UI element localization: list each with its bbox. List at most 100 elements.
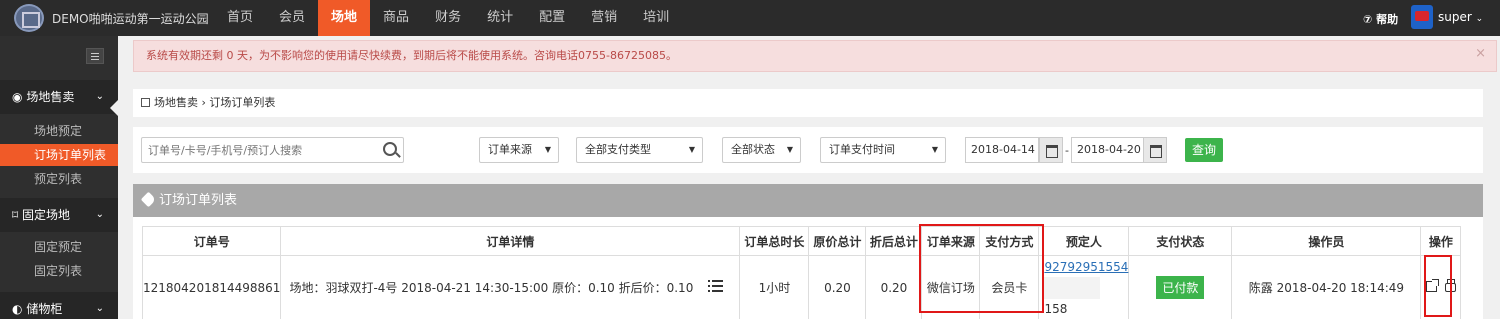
brand-logo[interactable] [14,4,44,32]
help-label: 帮助 [1376,13,1399,26]
column-header: 操作 [1420,226,1462,256]
sidebar-item-booking-list[interactable]: 预定列表 [0,168,118,190]
date-from-input[interactable]: 2018-04-14 [965,137,1039,163]
list-icon[interactable] [708,280,724,293]
status-badge: 已付款 [1156,276,1205,299]
nav-item-stats[interactable]: 统计 [474,0,526,36]
nav-item-home[interactable]: 首页 [214,0,266,36]
chevron-down-icon: ⌄ [95,303,104,314]
status-select[interactable]: 全部状态 ▼ [722,137,801,163]
query-button[interactable]: 查询 [1185,138,1223,162]
order-source-select[interactable]: 订单来源 ▼ [479,137,559,163]
order-source-value: 订单来源 [488,143,532,156]
operator: 陈露 2018-04-20 18:14:49 [1231,255,1422,319]
table-row: 121804201814498861 场地：羽球双打-4号 2018-04-21… [141,255,1462,319]
nav-item-config[interactable]: 配置 [526,0,578,36]
booker-cell: 92792951554 158 [1038,255,1130,319]
caret-down-icon: ▼ [544,145,551,154]
nav-item-venue[interactable]: 场地 [318,0,371,36]
date-to-input[interactable]: 2018-04-20 [1071,137,1144,163]
booker-phone-partial: 158 [1044,301,1068,316]
search-box [141,137,404,163]
redacted-block [1044,276,1101,299]
search-input[interactable] [142,138,372,162]
chevron-down-icon: ⌄ [1475,14,1484,24]
order-detail-cell: 场地：羽球双打-4号 2018-04-21 14:30-15:00 原价：0.1… [280,255,741,319]
active-indicator [110,100,118,116]
caret-down-icon: ▼ [931,145,938,154]
menu-toggle-icon[interactable] [86,48,104,64]
pay-status-cell: 已付款 [1128,255,1233,319]
breadcrumb: 场地售卖 › 订场订单列表 [133,89,1483,117]
sidebar-group-label: 场地售卖 [26,90,75,104]
orders-table: 订单号 订单详情 订单总时长 原价总计 折后总计 订单来源 支付方式 预定人 支… [141,226,1462,319]
breadcrumb-current: 订场订单列表 [209,96,276,109]
alert-text: 系统有效期还剩 0 天，为不影响您的使用请尽快续费，到期后将不能使用系统。咨询电… [146,49,677,62]
locker-icon: ◐ [12,302,23,316]
search-icon[interactable] [383,142,397,156]
sidebar-item-booking-orders[interactable]: 订场订单列表 [0,144,118,166]
help-link[interactable]: ⑦ 帮助 [1363,11,1398,27]
column-header: 折后总计 [865,226,923,256]
expiry-alert: 系统有效期还剩 0 天，为不影响您的使用请尽快续费，到期后将不能使用系统。咨询电… [133,40,1497,72]
column-header: 支付状态 [1128,226,1233,256]
status-value: 全部状态 [731,143,775,156]
order-number: 121804201814498861 [141,255,282,319]
pay-type-select[interactable]: 全部支付类型 ▼ [576,137,703,163]
nav-item-training[interactable]: 培训 [630,0,682,36]
column-header: 订单总时长 [739,226,810,256]
sidebar-item-venue-booking[interactable]: 场地预定 [0,120,118,142]
filter-bar: 订单来源 ▼ 全部支付类型 ▼ 全部状态 ▼ 订单支付时间 ▼ 2018-04-14 -… [133,127,1483,173]
order-detail: 场地：羽球双打-4号 2018-04-21 14:30-15:00 原价：0.1… [289,281,694,295]
play-square-icon [141,98,150,107]
pay-time-select[interactable]: 订单支付时间 ▼ [820,137,946,163]
original-total: 0.20 [808,255,867,319]
discount-total: 0.20 [865,255,923,319]
username: super [1438,10,1472,24]
sidebar-item-fixed-booking[interactable]: 固定预定 [0,236,118,258]
calendar-icon[interactable] [1143,137,1167,163]
breadcrumb-separator: › [201,96,206,109]
nav-item-marketing[interactable]: 营销 [578,0,630,36]
highlight-box-source-pay [919,224,1044,313]
main-nav: 首页 会员 场地 商品 财务 统计 配置 营销 培训 [214,0,682,36]
bookmark-icon: ⌑ [12,208,19,222]
sidebar-group-fixed-venue[interactable]: ⌑ 固定场地 ⌄ [0,198,118,232]
pay-time-value: 订单支付时间 [829,143,895,156]
table-header-row: 订单号 订单详情 订单总时长 原价总计 折后总计 订单来源 支付方式 预定人 支… [141,226,1462,256]
pay-type-value: 全部支付类型 [585,143,651,156]
sidebar-group-locker[interactable]: ◐ 储物柜 ⌄ [0,292,118,319]
sidebar-group-label: 储物柜 [26,302,63,316]
panel-header: 订场订单列表 [133,184,1483,217]
calendar-icon[interactable] [1039,137,1063,163]
user-menu[interactable]: super ⌄ [1438,10,1483,24]
avatar[interactable] [1411,5,1433,29]
order-duration: 1小时 [739,255,810,319]
sidebar: ◉ 场地售卖 ⌄ 场地预定 订场订单列表 预定列表 ⌑ 固定场地 ⌄ 固定预定 … [0,36,118,319]
nav-item-goods[interactable]: 商品 [370,0,422,36]
sidebar-item-fixed-list[interactable]: 固定列表 [0,260,118,282]
booker-phone-link[interactable]: 92792951554 [1044,260,1128,274]
date-separator: - [1065,144,1069,157]
nav-item-finance[interactable]: 财务 [422,0,474,36]
column-header: 操作员 [1231,226,1422,256]
chevron-down-icon: ⌄ [95,91,104,102]
tag-icon [140,191,157,208]
breadcrumb-parent[interactable]: 场地售卖 [154,96,198,109]
sidebar-group-venue-sales[interactable]: ◉ 场地售卖 ⌄ [0,80,118,114]
column-header: 预定人 [1038,226,1130,256]
close-icon[interactable]: × [1475,39,1486,69]
caret-down-icon: ▼ [786,145,793,154]
column-header: 订单号 [141,226,282,256]
top-navbar: DEMO啪啪运动第一运动公园 首页 会员 场地 商品 财务 统计 配置 营销 培… [0,0,1500,36]
panel-title: 订场订单列表 [159,193,238,208]
help-icon: ⑦ [1363,13,1373,26]
chevron-down-icon: ⌄ [95,209,104,220]
column-header: 原价总计 [808,226,867,256]
column-header: 订单详情 [280,226,741,256]
globe-icon: ◉ [12,90,23,104]
orders-table-container: 订单号 订单详情 订单总时长 原价总计 折后总计 订单来源 支付方式 预定人 支… [133,217,1483,319]
sidebar-group-label: 固定场地 [22,208,71,222]
caret-down-icon: ▼ [688,145,695,154]
nav-item-member[interactable]: 会员 [266,0,318,36]
